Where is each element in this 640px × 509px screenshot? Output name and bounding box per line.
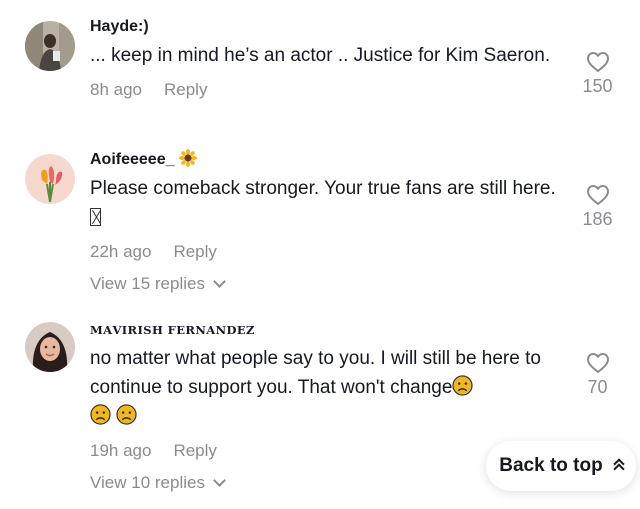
comment-username[interactable]: 𝐌𝐀𝐕𝐈𝐑𝐈𝐒𝐇 𝐅𝐄𝐑𝐍𝐀𝐍𝐃𝐄𝐙 bbox=[90, 318, 560, 342]
comment-meta: 22h ago Reply bbox=[90, 240, 560, 264]
frowning-face-icon bbox=[90, 404, 111, 425]
reply-button[interactable]: Reply bbox=[173, 242, 216, 261]
back-to-top-label: Back to top bbox=[499, 455, 603, 476]
view-replies-button[interactable]: View 15 replies bbox=[90, 272, 560, 296]
like-button[interactable]: 150 bbox=[575, 51, 620, 97]
comment-username-text: Aoifeeeee_ bbox=[90, 151, 175, 168]
back-to-top-button[interactable]: Back to top bbox=[486, 441, 636, 491]
like-button[interactable]: 186 bbox=[575, 184, 620, 230]
view-replies-label: View 15 replies bbox=[90, 274, 205, 293]
frowning-face-icon bbox=[116, 404, 137, 425]
comment-text: ... keep in mind he’s an actor .. Justic… bbox=[90, 45, 551, 66]
comment-time: 8h ago bbox=[90, 80, 142, 99]
comment-text-body: Please comeback stronger. Your true fans… bbox=[90, 178, 556, 199]
comment-username[interactable]: Hayde:) bbox=[90, 15, 560, 39]
avatar[interactable] bbox=[25, 322, 75, 372]
chevron-down-icon bbox=[213, 474, 226, 487]
missing-glyph-box bbox=[90, 208, 101, 226]
comment-meta: 8h ago Reply bbox=[90, 78, 560, 102]
sunflower-icon bbox=[178, 149, 197, 167]
like-count: 186 bbox=[582, 209, 613, 229]
like-count: 150 bbox=[582, 76, 613, 96]
reply-button[interactable]: Reply bbox=[173, 441, 216, 460]
comment-text: Please comeback stronger. Your true fans… bbox=[90, 174, 560, 232]
like-button[interactable]: 70 bbox=[575, 352, 620, 398]
heart-icon bbox=[586, 185, 609, 205]
view-replies-label: View 10 replies bbox=[90, 473, 205, 492]
like-count: 70 bbox=[587, 377, 608, 397]
comment-time: 22h ago bbox=[90, 242, 152, 261]
chevron-down-icon bbox=[213, 275, 226, 288]
comment-time: 19h ago bbox=[90, 441, 152, 460]
avatar[interactable] bbox=[25, 21, 75, 71]
frowning-face-icon bbox=[452, 375, 474, 396]
avatar[interactable] bbox=[25, 154, 75, 204]
comment-username[interactable]: Aoifeeeee_ bbox=[90, 148, 560, 172]
heart-icon bbox=[586, 353, 609, 373]
comment-text: no matter what people say to you. I will… bbox=[90, 344, 560, 431]
reply-button[interactable]: Reply bbox=[164, 80, 207, 99]
heart-icon bbox=[586, 52, 609, 72]
double-chevron-up-icon bbox=[613, 458, 625, 475]
